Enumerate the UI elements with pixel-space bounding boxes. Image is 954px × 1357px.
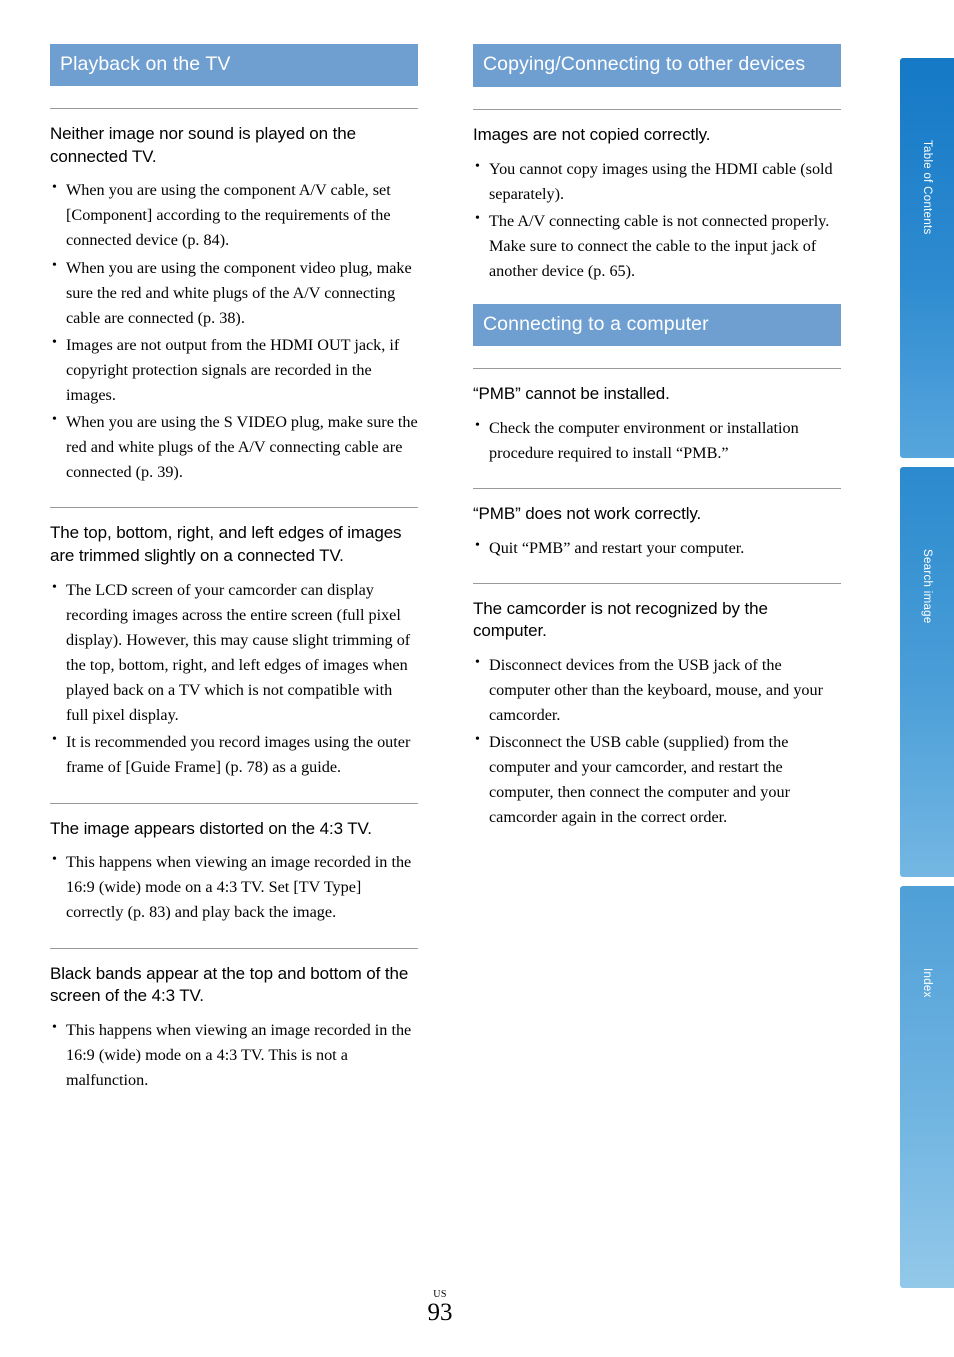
list-item: When you are using the component A/V cab… [50,177,418,253]
list-item: Disconnect devices from the USB jack of … [473,652,841,728]
answer-list: Disconnect devices from the USB jack of … [473,652,841,831]
left-column: Playback on the TV Neither image nor sou… [50,44,418,1095]
divider [473,487,841,489]
question-heading: The image appears distorted on the 4:3 T… [50,818,372,838]
section-header-playback-on-tv: Playback on the TV [50,44,418,86]
divider [50,947,418,949]
answer-list: Check the computer environment or instal… [473,415,841,466]
answer-list: You cannot copy images using the HDMI ca… [473,156,841,285]
list-item: It is recommended you record images usin… [50,729,418,780]
tab-label: Table of Contents [921,140,933,235]
divider [473,108,841,110]
section-header-connecting-to-computer: Connecting to a computer [473,304,841,347]
question-heading: Neither image nor sound is played on the… [50,123,356,166]
divider [50,802,418,804]
divider [50,507,418,509]
list-item: When you are using the S VIDEO plug, mak… [50,409,418,485]
question-heading: The camcorder is not recognized by the c… [473,598,768,641]
list-item: The LCD screen of your camcorder can dis… [50,577,418,729]
question-heading: Black bands appear at the top and bottom… [50,963,409,1006]
page-footer: US 93 [0,1290,880,1326]
divider [473,368,841,370]
question-heading: Images are not copied correctly. [473,124,711,144]
answer-list: This happens when viewing an image recor… [50,1017,418,1093]
list-item: Quit “PMB” and restart your computer. [473,534,841,561]
list-item: When you are using the component video p… [50,254,418,331]
section-header-copying-connecting: Copying/Connecting to other devices [473,44,841,87]
answer-list: Quit “PMB” and restart your computer. [473,534,841,561]
list-item: This happens when viewing an image recor… [50,1017,418,1093]
question-heading: “PMB” does not work correctly. [473,503,702,523]
tab-table-of-contents[interactable]: Table of Contents [900,58,954,458]
divider [50,107,418,109]
list-item: Check the computer environment or instal… [473,415,841,466]
tab-label: Search image [921,549,933,624]
list-item: Disconnect the USB cable (supplied) from… [473,729,841,830]
question-heading: The top, bottom, right, and left edges o… [50,523,402,566]
list-item: Images are not output from the HDMI OUT … [50,332,418,408]
answer-list: When you are using the component A/V cab… [50,177,418,485]
right-column: Copying/Connecting to other devices Imag… [473,44,841,833]
document-page: Playback on the TV Neither image nor sou… [0,0,880,1357]
page-number: 93 [427,1299,453,1326]
list-item: You cannot copy images using the HDMI ca… [473,156,841,207]
answer-list: The LCD screen of your camcorder can dis… [50,577,418,781]
tab-label: Index [921,968,933,998]
tab-search-image[interactable]: Search image [900,467,954,877]
tab-index[interactable]: Index [900,886,954,1288]
side-tab-bar: Table of Contents Search image Index [896,58,954,1288]
answer-list: This happens when viewing an image recor… [50,849,418,925]
list-item: This happens when viewing an image recor… [50,849,418,925]
list-item: The A/V connecting cable is not connecte… [473,208,841,284]
question-heading: “PMB” cannot be installed. [473,384,670,404]
divider [473,582,841,584]
